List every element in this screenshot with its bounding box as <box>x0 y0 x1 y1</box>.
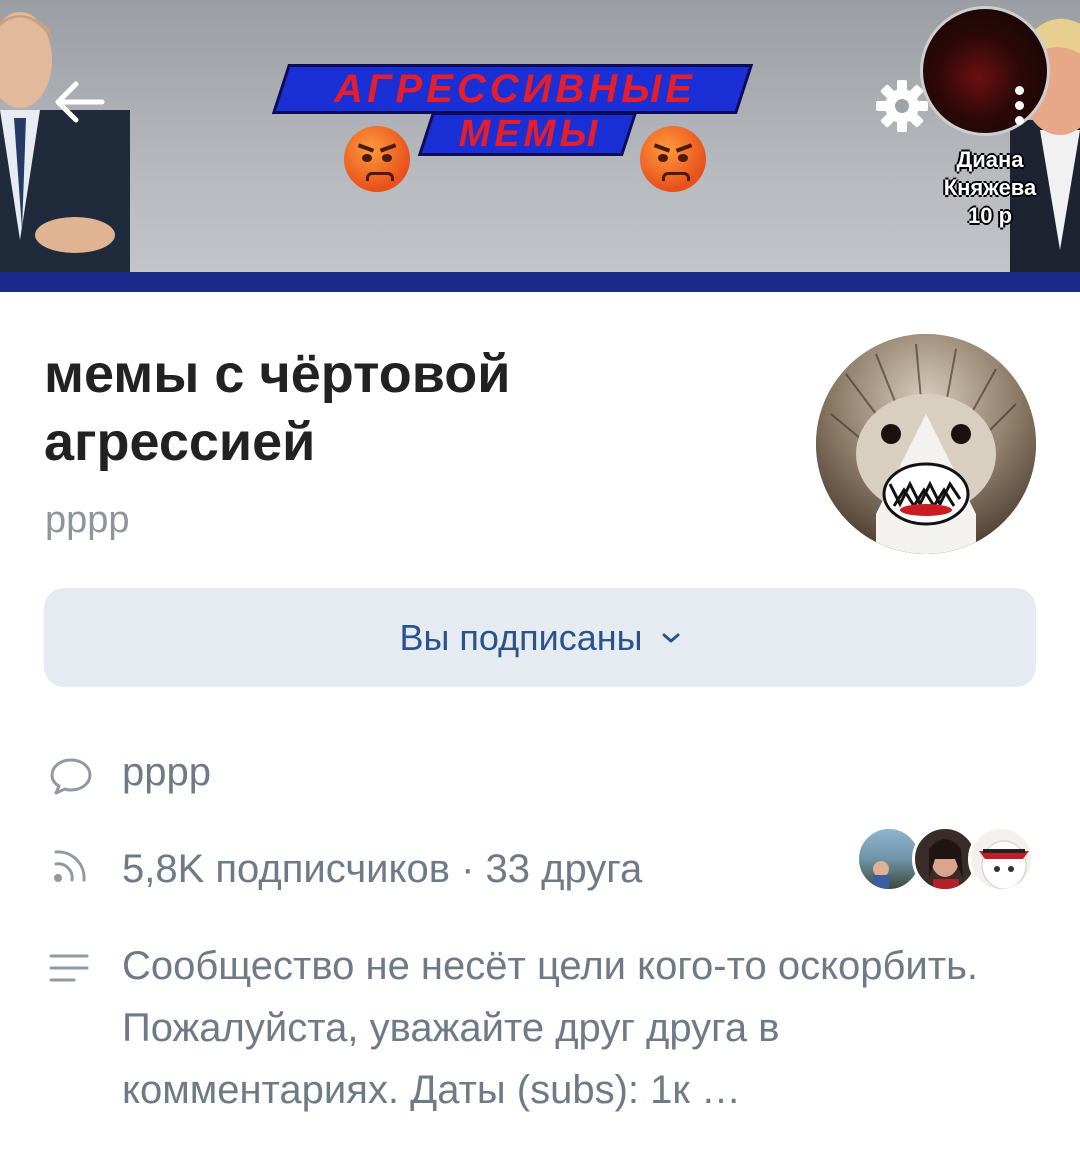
arrow-left-icon[interactable] <box>52 80 106 124</box>
angry-face-icon <box>344 126 410 192</box>
community-avatar[interactable] <box>816 334 1036 554</box>
followers-text[interactable]: 5,8K подписчиков · 33 друга <box>122 838 642 900</box>
community-description[interactable]: Сообщество не несёт цели кого-то оскорби… <box>122 935 1042 1121</box>
cover-banner-line2: МЕМЫ <box>458 113 602 155</box>
cover-stripe <box>0 272 1080 292</box>
speech-bubble-icon <box>50 758 92 795</box>
gear-icon[interactable] <box>874 78 930 134</box>
watermark-line1: Диана <box>956 147 1024 172</box>
watermark-line2: Княжева <box>943 175 1037 200</box>
watermark-line3: 10 р <box>967 203 1013 228</box>
text-lines-icon <box>49 954 89 982</box>
more-vertical-icon[interactable] <box>1013 86 1025 130</box>
subscribed-button-label: Вы подписаны <box>399 616 643 658</box>
angry-face-icon <box>640 126 706 192</box>
status-text: рррр <box>122 750 211 794</box>
cover-image: АГРЕССИВНЫЕ МЕМЫ Диана Княжева 10 р <box>0 0 1080 292</box>
community-status: рррр <box>45 499 130 541</box>
rss-icon <box>54 850 86 882</box>
hedgehog-avatar-art <box>816 334 1036 554</box>
cover-banner-line1: АГРЕССИВНЫЕ <box>334 67 696 111</box>
chevron-down-icon <box>662 633 679 642</box>
cover-person-left <box>0 12 130 272</box>
subscribed-button[interactable]: Вы подписаны <box>44 588 1036 687</box>
page-title: мемы с чёртовой агрессией <box>44 344 511 472</box>
friend-avatars[interactable] <box>856 826 1036 894</box>
cover-watermark: Диана Княжева 10 р <box>925 146 1055 230</box>
friend-avatar <box>968 826 1034 892</box>
cover-round-photo <box>920 6 1050 136</box>
